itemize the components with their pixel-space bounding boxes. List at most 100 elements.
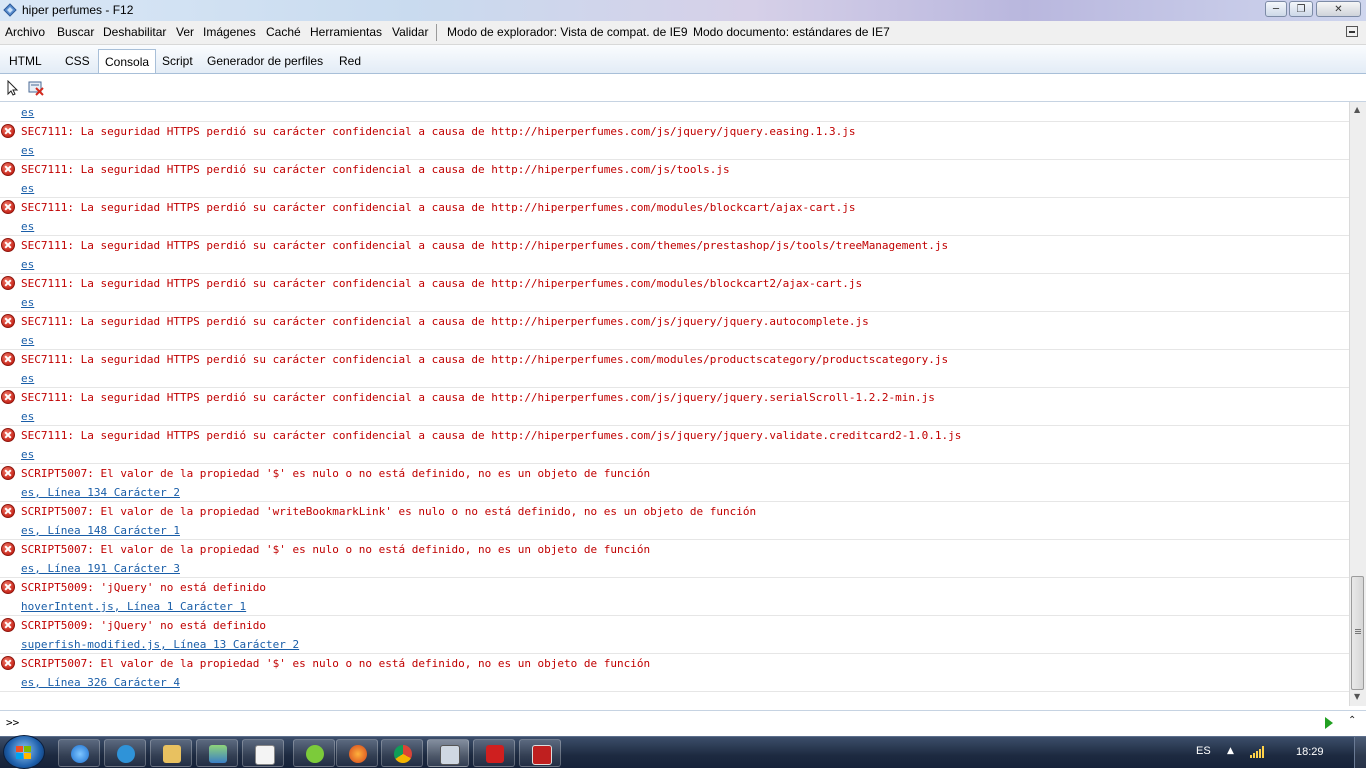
clock[interactable]: 18:29 <box>1296 746 1324 758</box>
source-link[interactable]: hoverIntent.js, Línea 1 Carácter 1 <box>21 600 246 613</box>
maximize-button[interactable]: ❐ <box>1289 1 1313 17</box>
error-icon <box>1 428 15 442</box>
source-link[interactable]: es <box>21 334 34 347</box>
scroll-up-icon[interactable]: ▲ <box>1354 105 1360 114</box>
network-icon[interactable] <box>196 739 238 767</box>
error-icon <box>1 542 15 556</box>
source-link[interactable]: es, Línea 191 Carácter 3 <box>21 562 180 575</box>
menu-cache[interactable]: Caché <box>266 25 301 39</box>
source-link[interactable]: es <box>21 372 34 385</box>
firefox-icon[interactable] <box>336 739 378 767</box>
menu-document-mode[interactable]: Modo documento: estándares de IE7 <box>693 25 890 39</box>
show-hidden-icons-icon[interactable]: ▲ <box>1227 746 1234 756</box>
filezilla-icon[interactable] <box>519 739 561 767</box>
menu-bar: Archivo Buscar Deshabilitar Ver Imágenes… <box>0 21 1366 45</box>
tab-profiler[interactable]: Generador de perfiles <box>207 54 323 68</box>
tab-red[interactable]: Red <box>339 54 361 68</box>
menu-browser-mode[interactable]: Modo de explorador: Vista de compat. de … <box>447 25 688 39</box>
source-link[interactable]: es <box>21 258 34 271</box>
source-link[interactable]: es <box>21 448 34 461</box>
tab-css[interactable]: CSS <box>65 54 90 68</box>
console-scrollbar[interactable]: ▲ ▼ <box>1349 102 1366 706</box>
error-message: SEC7111: La seguridad HTTPS perdió su ca… <box>21 163 730 176</box>
collapse-panel-icon[interactable] <box>1346 26 1358 37</box>
error-icon <box>1 656 15 670</box>
console-entry: SEC7111: La seguridad HTTPS perdió su ca… <box>0 236 1349 274</box>
source-link[interactable]: es, Línea 326 Carácter 4 <box>21 676 180 689</box>
language-indicator[interactable]: ES <box>1196 745 1211 757</box>
error-icon <box>1 390 15 404</box>
console-entry: SEC7111: La seguridad HTTPS perdió su ca… <box>0 122 1349 160</box>
menu-deshabilitar[interactable]: Deshabilitar <box>103 25 166 39</box>
scroll-down-icon[interactable]: ▼ <box>1354 692 1360 701</box>
error-message: SEC7111: La seguridad HTTPS perdió su ca… <box>21 391 935 404</box>
source-link[interactable]: superfish-modified.js, Línea 13 Carácter… <box>21 638 299 651</box>
menu-buscar[interactable]: Buscar <box>57 25 94 39</box>
error-message: SCRIPT5007: El valor de la propiedad '$'… <box>21 657 651 670</box>
error-message: SCRIPT5009: 'jQuery' no está definido <box>21 619 267 632</box>
console-entry: SEC7111: La seguridad HTTPS perdió su ca… <box>0 426 1349 464</box>
acrobat-icon[interactable] <box>473 739 515 767</box>
minimize-button[interactable]: ─ <box>1265 1 1287 17</box>
camera-icon[interactable] <box>427 739 469 767</box>
source-link[interactable]: es <box>21 220 34 233</box>
error-icon <box>1 580 15 594</box>
error-message: SEC7111: La seguridad HTTPS perdió su ca… <box>21 353 949 366</box>
menu-herramientas[interactable]: Herramientas <box>310 25 382 39</box>
console-entry: SEC7111: La seguridad HTTPS perdió su ca… <box>0 274 1349 312</box>
source-link[interactable]: es, Línea 148 Carácter 1 <box>21 524 180 537</box>
menu-separator <box>436 24 437 41</box>
error-icon <box>1 162 15 176</box>
clear-console-icon[interactable] <box>28 80 44 96</box>
tab-html[interactable]: HTML <box>9 54 42 68</box>
source-link[interactable]: es <box>21 410 34 423</box>
error-message: SCRIPT5009: 'jQuery' no está definido <box>21 581 267 594</box>
console-output: es SEC7111: La seguridad HTTPS perdió su… <box>0 102 1349 706</box>
menu-archivo[interactable]: Archivo <box>5 25 45 39</box>
console-entry: SEC7111: La seguridad HTTPS perdió su ca… <box>0 160 1349 198</box>
close-button[interactable]: ✕ <box>1316 1 1361 17</box>
movistar-icon[interactable] <box>293 739 335 767</box>
chrome-icon[interactable] <box>381 739 423 767</box>
scroll-thumb[interactable] <box>1351 576 1364 690</box>
run-script-icon[interactable] <box>1325 717 1333 729</box>
error-message: SEC7111: La seguridad HTTPS perdió su ca… <box>21 239 949 252</box>
console-entry: es <box>0 102 1349 122</box>
console-prompt: >> <box>6 716 20 729</box>
tab-script[interactable]: Script <box>162 54 193 68</box>
console-entry: SCRIPT5009: 'jQuery' no está definido hov… <box>0 578 1349 616</box>
console-entry: SEC7111: La seguridad HTTPS perdió su ca… <box>0 350 1349 388</box>
error-message: SEC7111: La seguridad HTTPS perdió su ca… <box>21 429 962 442</box>
notepad-icon[interactable] <box>242 739 284 767</box>
select-element-icon[interactable] <box>5 80 21 96</box>
source-link[interactable]: es <box>21 106 34 119</box>
source-link[interactable]: es <box>21 144 34 157</box>
taskbar: ES ▲ 18:29 <box>0 735 1366 769</box>
console-entry: SEC7111: La seguridad HTTPS perdió su ca… <box>0 312 1349 350</box>
source-link[interactable]: es, Línea 134 Carácter 2 <box>21 486 180 499</box>
error-message: SCRIPT5007: El valor de la propiedad '$'… <box>21 543 651 556</box>
start-button[interactable] <box>3 735 45 769</box>
expand-input-icon[interactable]: ⌃ <box>1348 715 1356 726</box>
source-link[interactable]: es <box>21 296 34 309</box>
console-entry: SCRIPT5007: El valor de la propiedad '$'… <box>0 464 1349 502</box>
folder-icon[interactable] <box>150 739 192 767</box>
tab-bar: HTML CSS Consola Script Generador de per… <box>0 45 1366 74</box>
error-icon <box>1 466 15 480</box>
menu-validar[interactable]: Validar <box>392 25 428 39</box>
source-link[interactable]: es <box>21 182 34 195</box>
network-signal-icon[interactable] <box>1250 746 1264 758</box>
show-desktop-button[interactable] <box>1354 737 1366 768</box>
console-input[interactable] <box>24 714 1318 734</box>
windows-logo-icon <box>16 746 32 759</box>
skype-icon[interactable] <box>104 739 146 767</box>
console-entry: SCRIPT5007: El valor de la propiedad '$'… <box>0 540 1349 578</box>
console-entry: SCRIPT5007: El valor de la propiedad 'wr… <box>0 502 1349 540</box>
menu-ver[interactable]: Ver <box>176 25 194 39</box>
error-icon <box>1 238 15 252</box>
console-entry: SCRIPT5007: El valor de la propiedad '$'… <box>0 654 1349 692</box>
error-message: SEC7111: La seguridad HTTPS perdió su ca… <box>21 315 869 328</box>
menu-imagenes[interactable]: Imágenes <box>203 25 256 39</box>
tab-consola[interactable]: Consola <box>98 49 157 73</box>
ie-icon[interactable] <box>58 739 100 767</box>
